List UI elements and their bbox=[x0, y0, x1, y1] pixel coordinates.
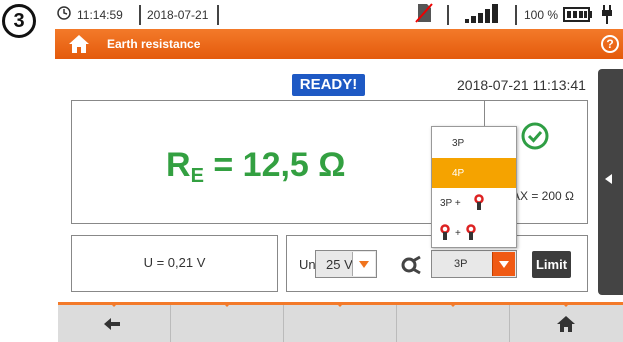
battery-icon bbox=[563, 7, 592, 22]
help-icon[interactable]: ? bbox=[601, 35, 619, 53]
option-3p[interactable]: 3P bbox=[432, 128, 516, 158]
clamp-probe-icon bbox=[466, 224, 476, 240]
home-icon[interactable] bbox=[68, 34, 90, 54]
clock-icon bbox=[57, 6, 71, 20]
result-value: = 12,5 Ω bbox=[203, 146, 346, 184]
status-date: 2018-07-21 bbox=[147, 8, 209, 22]
voltage-panel: U = 0,21 V bbox=[71, 235, 278, 292]
limit-button[interactable]: Limit bbox=[532, 251, 571, 278]
back-arrow-icon bbox=[104, 318, 120, 330]
result-symbol: R bbox=[166, 146, 191, 184]
option-label: 3P bbox=[452, 138, 465, 149]
signal-strength-icon bbox=[465, 4, 498, 23]
arrow-left-icon bbox=[605, 174, 612, 184]
un-voltage-select[interactable]: 25 V bbox=[315, 250, 377, 278]
option-4p[interactable]: 4P bbox=[432, 158, 516, 188]
option-label: + bbox=[455, 228, 461, 239]
dropdown-arrow-icon[interactable] bbox=[352, 252, 375, 276]
dropdown-arrow-icon[interactable] bbox=[492, 252, 515, 276]
status-time: 11:14:59 bbox=[77, 8, 123, 22]
option-3p-clamp[interactable]: 3P + bbox=[432, 188, 516, 218]
back-button[interactable] bbox=[58, 302, 171, 342]
earth-resistance-result: RE = 12,5 Ω bbox=[166, 146, 346, 188]
measurement-mode-select[interactable]: 3P bbox=[431, 250, 517, 278]
bottom-toolbar bbox=[58, 302, 623, 342]
mode-dropdown-list: 3P 4P 3P + + bbox=[431, 126, 517, 248]
result-subscript: E bbox=[190, 165, 204, 187]
limit-display: AX = 200 Ω bbox=[512, 189, 575, 203]
un-voltage-value: 25 V bbox=[326, 257, 353, 272]
option-label: 3P + bbox=[440, 198, 461, 209]
voltage-reading: U = 0,21 V bbox=[143, 255, 206, 270]
plug-icon bbox=[602, 5, 612, 24]
un-label: Un bbox=[299, 257, 316, 272]
page-title: Earth resistance bbox=[107, 37, 201, 51]
step-number-badge: 3 bbox=[2, 4, 36, 38]
clamp-probe-icon bbox=[440, 224, 450, 240]
home-icon bbox=[557, 316, 575, 332]
toolbar-button-2[interactable] bbox=[171, 302, 284, 342]
mode-value: 3P bbox=[454, 258, 468, 270]
toolbar-button-4[interactable] bbox=[397, 302, 510, 342]
ready-status-badge: READY! bbox=[292, 74, 365, 96]
clamp-icon bbox=[401, 255, 421, 275]
check-circle-icon bbox=[521, 122, 549, 150]
battery-percent: 100 % bbox=[524, 8, 559, 22]
clamp-probe-icon bbox=[474, 194, 484, 210]
status-bar: 11:14:59 2018-07-21 100 % bbox=[55, 0, 623, 29]
no-sd-card-icon bbox=[415, 3, 433, 23]
home-button[interactable] bbox=[510, 302, 622, 342]
toolbar-button-3[interactable] bbox=[284, 302, 397, 342]
option-label: 4P bbox=[452, 168, 465, 179]
title-bar: Earth resistance ? bbox=[55, 29, 623, 59]
option-2-clamps[interactable]: + bbox=[432, 218, 516, 248]
measurement-datetime: 2018-07-21 11:13:41 bbox=[457, 77, 586, 93]
side-panel-tab[interactable] bbox=[598, 69, 623, 295]
